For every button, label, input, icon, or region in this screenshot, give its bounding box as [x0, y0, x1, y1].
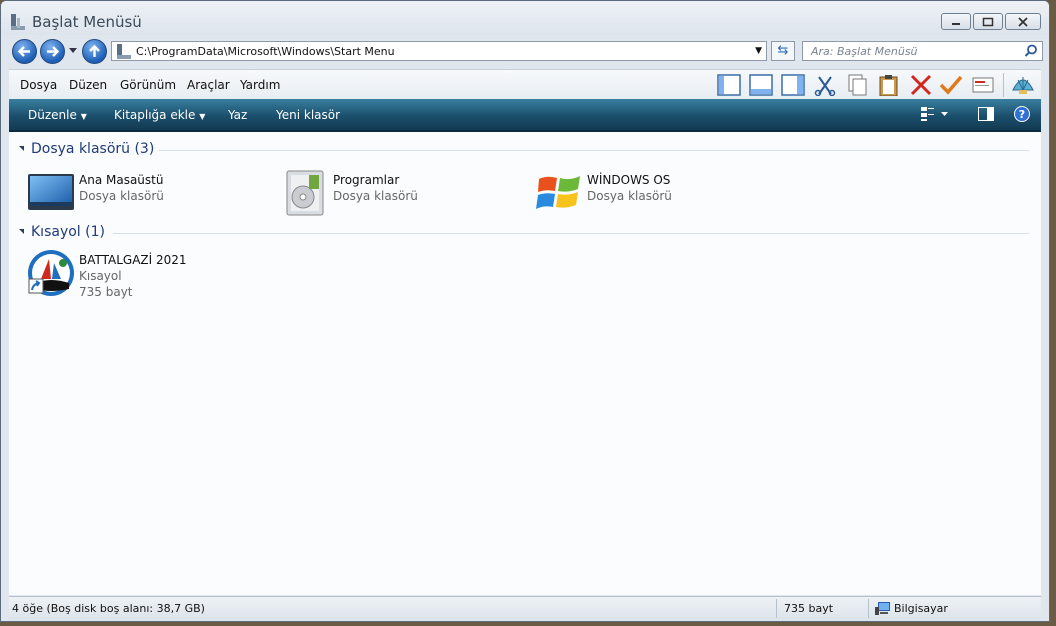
print-button[interactable]: Yaz: [228, 108, 247, 122]
details-pane-icon[interactable]: [781, 74, 805, 96]
minimize-button[interactable]: [941, 13, 971, 30]
shortcut-app-icon: [28, 250, 74, 296]
list-item[interactable]: WİNDOWS OS Dosya klasörü: [535, 169, 775, 217]
command-bar: Düzenle ▼ Kitaplığa ekle ▼ Yaz Yeni klas…: [9, 99, 1041, 132]
maximize-button[interactable]: [973, 13, 1003, 30]
paste-icon[interactable]: [877, 74, 901, 96]
properties-icon[interactable]: [971, 74, 995, 96]
view-options-icon[interactable]: [921, 107, 949, 121]
forward-button[interactable]: [40, 39, 65, 64]
list-item[interactable]: Ana Masaüstü Dosya klasörü: [27, 169, 267, 217]
search-placeholder: Ara: Başlat Menüsü: [811, 45, 918, 58]
restore-icon: [982, 17, 994, 26]
up-button[interactable]: [82, 39, 107, 64]
layout-pane-icon[interactable]: [717, 74, 741, 96]
status-bar: 4 öğe (Boş disk boş alanı: 38,7 GB) 735 …: [9, 596, 1041, 620]
collapse-triangle-icon[interactable]: [19, 229, 24, 234]
arrow-right-icon: [47, 46, 60, 57]
item-type: Kısayol: [79, 269, 122, 283]
organize-button[interactable]: Düzenle ▼: [28, 108, 87, 122]
status-location: Bilgisayar: [894, 602, 948, 615]
delete-icon[interactable]: [909, 74, 933, 96]
group-title: Kısayol (1): [31, 224, 105, 240]
checkmark-icon[interactable]: [939, 74, 963, 96]
menu-bar: Dosya Düzen Görünüm Araçlar Yardım: [9, 69, 1041, 100]
preview-pane-toggle-icon[interactable]: [978, 107, 994, 121]
item-type: Dosya klasörü: [333, 189, 418, 203]
svg-text:?: ?: [1019, 108, 1025, 121]
item-name: WİNDOWS OS: [587, 173, 671, 187]
group-divider: [113, 233, 1029, 234]
list-item[interactable]: Programlar Dosya klasörü: [281, 169, 521, 217]
copy-icon[interactable]: [845, 74, 869, 96]
help-icon[interactable]: ?: [1014, 106, 1030, 122]
windows-logo-icon: [536, 176, 580, 209]
minimize-icon: [952, 22, 960, 25]
add-to-library-dropdown-icon: ▼: [199, 112, 206, 121]
close-icon: [1018, 16, 1028, 27]
start-menu-folder-icon: [117, 44, 131, 59]
cut-icon[interactable]: [813, 74, 837, 96]
computer-icon: [875, 602, 890, 615]
item-type: Dosya klasörü: [79, 189, 164, 203]
recent-pages-dropdown-icon[interactable]: [69, 48, 77, 54]
arrow-up-icon: [89, 44, 100, 57]
search-input[interactable]: Ara: Başlat Menüsü: [802, 41, 1043, 61]
search-icon[interactable]: [1024, 44, 1038, 58]
file-list: Dosya klasörü (3) Ana Masaüstü Dosya kla…: [9, 132, 1041, 595]
new-folder-button[interactable]: Yeni klasör: [276, 108, 340, 122]
address-bar[interactable]: C:\ProgramData\Microsoft\Windows\Start M…: [111, 41, 767, 61]
programs-folder-icon: [286, 170, 324, 216]
desktop-icon: [28, 174, 74, 210]
menu-view[interactable]: Görünüm: [120, 78, 176, 92]
group-header-shortcuts[interactable]: Kısayol (1): [19, 224, 105, 240]
list-item[interactable]: BATTALGAZİ 2021 Kısayol 735 bayt: [27, 249, 267, 301]
address-row: C:\ProgramData\Microsoft\Windows\Start M…: [1, 36, 1049, 66]
item-type: Dosya klasörü: [587, 189, 672, 203]
menu-tools[interactable]: Araçlar: [187, 78, 230, 92]
back-button[interactable]: [12, 39, 37, 64]
toolbar-separator: [1003, 73, 1004, 97]
organize-label: Düzenle: [28, 108, 77, 122]
close-button[interactable]: [1005, 13, 1041, 30]
shell-icon[interactable]: [1011, 74, 1035, 96]
group-header-folders[interactable]: Dosya klasörü (3): [19, 141, 154, 157]
status-separator: [776, 599, 777, 618]
title-bar: Başlat Menüsü: [1, 1, 1049, 35]
group-title: Dosya klasörü (3): [31, 141, 155, 157]
group-divider: [159, 150, 1029, 151]
item-name: BATTALGAZİ 2021: [79, 253, 187, 267]
start-menu-icon: [11, 14, 25, 30]
collapse-triangle-icon[interactable]: [19, 146, 24, 151]
address-dropdown-icon[interactable]: ▼: [755, 46, 762, 56]
explorer-window: Başlat Menüsü C:\ProgramData\Microsoft\W…: [0, 0, 1050, 622]
add-to-library-label: Kitaplığa ekle: [114, 108, 196, 122]
menu-edit[interactable]: Düzen: [69, 78, 107, 92]
window-title: Başlat Menüsü: [32, 13, 142, 31]
refresh-icon: ⇆: [777, 43, 789, 58]
address-path: C:\ProgramData\Microsoft\Windows\Start M…: [136, 45, 395, 58]
refresh-button[interactable]: ⇆: [771, 41, 795, 61]
status-selection-size: 735 bayt: [784, 602, 834, 615]
menu-file[interactable]: Dosya: [20, 78, 57, 92]
add-to-library-button[interactable]: Kitaplığa ekle ▼: [114, 108, 205, 122]
item-name: Programlar: [333, 173, 400, 187]
preview-pane-icon[interactable]: [749, 74, 773, 96]
item-size: 735 bayt: [79, 285, 133, 299]
item-name: Ana Masaüstü: [79, 173, 164, 187]
organize-dropdown-icon: ▼: [80, 112, 87, 121]
arrow-left-icon: [17, 46, 30, 57]
menu-help[interactable]: Yardım: [240, 78, 280, 92]
status-separator: [868, 599, 869, 618]
status-item-count: 4 öğe (Boş disk boş alanı: 38,7 GB): [12, 602, 205, 615]
